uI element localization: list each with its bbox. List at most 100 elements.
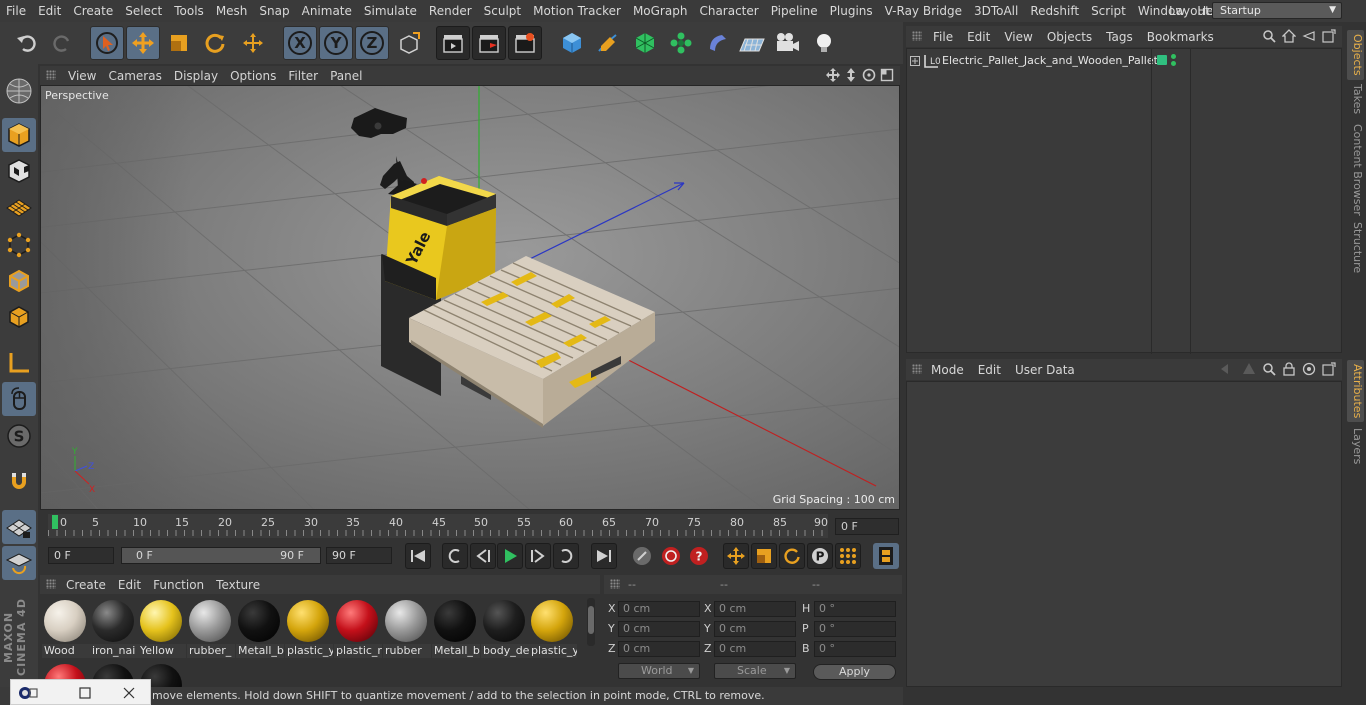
locked-workplane-button[interactable] — [2, 510, 36, 544]
menu-vray-bridge[interactable]: V-Ray Bridge — [879, 0, 968, 22]
search-icon[interactable] — [1262, 29, 1276, 43]
new-panel-icon[interactable] — [1322, 362, 1336, 376]
x-axis-lock-button[interactable]: X — [283, 26, 317, 60]
next-key-button[interactable] — [553, 543, 579, 569]
new-panel-icon[interactable] — [1322, 29, 1336, 43]
coordinate-system-button[interactable] — [392, 26, 426, 60]
previous-frame-button[interactable] — [470, 543, 496, 569]
timeline-window-button[interactable] — [873, 543, 899, 569]
record-parameter-button[interactable]: P — [807, 543, 833, 569]
up-arrow-icon[interactable] — [1242, 362, 1256, 376]
edges-mode-button[interactable] — [2, 264, 36, 298]
rotate-tool-button[interactable] — [198, 26, 232, 60]
go-to-start-button[interactable] — [405, 543, 431, 569]
material-swatch[interactable]: Metall_b — [432, 596, 480, 658]
menu-file[interactable]: File — [0, 0, 32, 22]
search-icon[interactable] — [1262, 362, 1276, 376]
viewport-menu-cameras[interactable]: Cameras — [102, 69, 167, 83]
y-axis-lock-button[interactable]: Y — [319, 26, 353, 60]
position-z-field[interactable]: 0 cm — [618, 641, 700, 657]
visibility-editor-dot[interactable] — [1157, 55, 1167, 65]
menu-simulate[interactable]: Simulate — [358, 0, 423, 22]
snap-toggle-button[interactable]: S — [2, 419, 36, 453]
rotation-b-field[interactable]: 0 ° — [814, 641, 896, 657]
object-menu-view[interactable]: View — [997, 30, 1039, 44]
menu-mograph[interactable]: MoGraph — [627, 0, 694, 22]
home-icon[interactable] — [1282, 29, 1296, 43]
menu-pipeline[interactable]: Pipeline — [765, 0, 824, 22]
apply-button[interactable]: Apply — [813, 664, 896, 680]
material-swatch[interactable]: rubber — [383, 596, 431, 658]
end-frame-field[interactable]: 90 F — [326, 547, 392, 564]
subdivision-surface-button[interactable] — [628, 26, 662, 60]
tab-attributes[interactable]: Attributes — [1347, 360, 1364, 423]
light-button[interactable] — [807, 26, 841, 60]
tab-structure[interactable]: Structure — [1347, 218, 1364, 277]
menu-character[interactable]: Character — [693, 0, 764, 22]
magnet-button[interactable] — [2, 465, 36, 499]
undo-button[interactable] — [10, 26, 44, 60]
play-button[interactable] — [497, 543, 523, 569]
size-z-field[interactable]: 0 cm — [714, 641, 796, 657]
material-swatch[interactable]: iron_nai — [90, 596, 138, 658]
scrollbar-thumb[interactable] — [588, 606, 594, 634]
navigate-back-icon[interactable] — [1302, 29, 1316, 43]
menu-mesh[interactable]: Mesh — [210, 0, 254, 22]
menu-script[interactable]: Script — [1085, 0, 1132, 22]
lock-icon[interactable] — [1282, 362, 1296, 376]
start-frame-field[interactable]: 0 F — [48, 547, 114, 564]
position-y-field[interactable]: 0 cm — [618, 621, 700, 637]
target-icon[interactable] — [1302, 362, 1316, 376]
menu-redshift[interactable]: Redshift — [1024, 0, 1085, 22]
viewport-menu-view[interactable]: View — [62, 69, 102, 83]
keyframe-selection-button[interactable]: ? — [686, 543, 712, 569]
visibility-toggle[interactable] — [1171, 54, 1177, 66]
material-swatch[interactable]: plastic_y — [529, 596, 577, 658]
tab-content-browser[interactable]: Content Browser — [1347, 120, 1364, 220]
viewport-menu-display[interactable]: Display — [168, 69, 224, 83]
tab-takes[interactable]: Takes — [1347, 80, 1364, 118]
dolly-icon[interactable] — [844, 68, 858, 82]
column-divider[interactable] — [1190, 49, 1191, 354]
material-menu-texture[interactable]: Texture — [210, 578, 266, 592]
object-menu-objects[interactable]: Objects — [1040, 30, 1099, 44]
object-menu-edit[interactable]: Edit — [960, 30, 997, 44]
coordinate-space-dropdown[interactable]: World ▼ — [618, 663, 700, 679]
menu-animate[interactable]: Animate — [296, 0, 358, 22]
autokey-button[interactable] — [658, 543, 684, 569]
planar-workplane-button[interactable] — [2, 546, 36, 580]
make-editable-button[interactable] — [2, 74, 36, 108]
material-swatch[interactable]: Yellow — [138, 596, 186, 658]
tweak-mode-button[interactable] — [2, 382, 36, 416]
next-frame-button[interactable] — [525, 543, 551, 569]
material-swatch[interactable]: body_de — [481, 596, 529, 658]
maximize-view-icon[interactable] — [880, 68, 894, 82]
rotation-h-field[interactable]: 0 ° — [814, 601, 896, 617]
tab-layers[interactable]: Layers — [1347, 424, 1364, 468]
size-y-field[interactable]: 0 cm — [714, 621, 796, 637]
object-menu-tags[interactable]: Tags — [1099, 30, 1140, 44]
material-menu-function[interactable]: Function — [147, 578, 210, 592]
menu-snap[interactable]: Snap — [253, 0, 295, 22]
playhead-marker[interactable] — [52, 515, 58, 529]
size-mode-dropdown[interactable]: Scale ▼ — [714, 663, 796, 679]
orbit-icon[interactable] — [862, 68, 876, 82]
transform-tool-button[interactable] — [236, 26, 270, 60]
menu-render[interactable]: Render — [423, 0, 478, 22]
material-swatch[interactable]: rubber_ — [187, 596, 235, 658]
menu-plugins[interactable]: Plugins — [824, 0, 879, 22]
current-frame-field[interactable]: 0 F — [835, 518, 899, 535]
record-point-level-button[interactable] — [835, 543, 861, 569]
tab-objects[interactable]: Objects — [1347, 30, 1364, 80]
previous-key-button[interactable] — [442, 543, 468, 569]
move-tool-button[interactable] — [126, 26, 160, 60]
polygons-mode-button[interactable] — [2, 300, 36, 334]
model-mode-button[interactable] — [2, 118, 36, 152]
redo-button[interactable] — [45, 26, 79, 60]
material-swatch[interactable]: plastic_y — [285, 596, 333, 658]
menu-sculpt[interactable]: Sculpt — [478, 0, 527, 22]
floor-button[interactable] — [735, 26, 769, 60]
object-row[interactable]: L0 Electric_Pallet_Jack_and_Wooden_Palle… — [907, 52, 1158, 70]
record-position-button[interactable] — [723, 543, 749, 569]
menu-create[interactable]: Create — [67, 0, 119, 22]
